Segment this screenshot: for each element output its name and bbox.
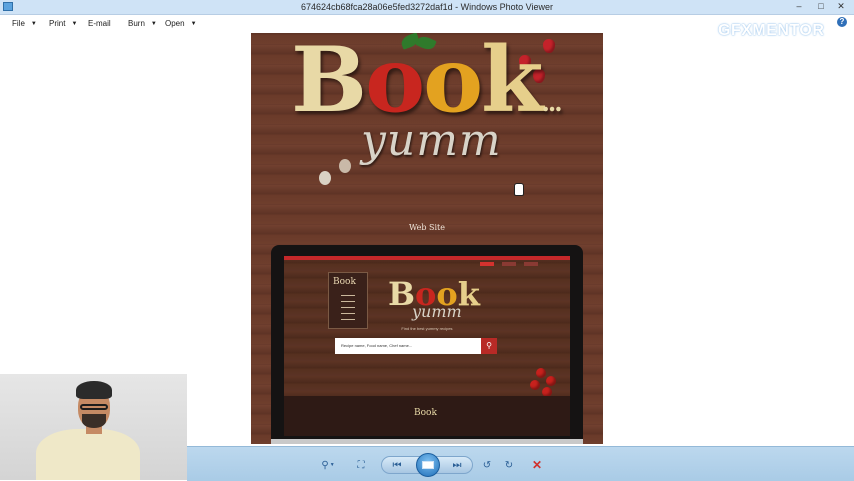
chevron-down-icon: ▼ [30,21,37,27]
title-bar: 674624cb68fca28a06e5fed3272daf1d - Windo… [0,0,854,15]
presenter-beard [82,414,106,428]
section-label: Web Site [409,223,445,232]
delete-icon: ✕ [531,458,543,472]
laptop-screen: Book Book yumm Find the best yummy recip… [284,256,570,436]
tomato-icon [530,380,540,390]
previous-icon: ⏮ [392,459,402,471]
webcam-overlay [0,374,187,480]
menu-card-title: Book [333,277,356,287]
menu-card-line [341,301,355,302]
mockup-footer: Book [284,396,570,436]
mockup-menu-card: Book [328,272,368,329]
mockup-nav-item [502,262,516,266]
actual-size-icon: ⛶ [357,459,365,471]
brand-logo-yumm: yumm [361,115,502,166]
tomato-icon [536,368,546,378]
zoom-icon: ⚲ [321,459,329,471]
chevron-down-icon: ▼ [150,21,157,27]
menu-card-line [341,295,355,296]
rotate-counterclockwise-button[interactable]: ↺ [479,457,495,473]
delete-button[interactable]: ✕ [529,457,545,473]
laptop-mockup: Book Book yumm Find the best yummy recip… [271,245,583,444]
window-title: 674624cb68fca28a06e5fed3272daf1d - Windo… [300,2,554,12]
help-icon[interactable]: ? [837,17,847,27]
presenter-hair [76,381,112,399]
menu-file[interactable]: File ▼ [12,19,37,28]
tomato-icon [546,376,556,386]
hand-cursor-icon [514,183,524,196]
search-icon: ⚲ [481,338,497,354]
menu-print-label: Print [49,19,66,28]
menu-file-label: File [12,19,25,28]
rotate-ccw-icon: ↺ [482,459,492,471]
next-icon: ⏭ [452,459,462,471]
mockup-nav-item [480,262,494,266]
chevron-down-icon: ▼ [71,21,78,27]
mockup-nav-item [524,262,538,266]
menu-burn-label: Burn [128,19,145,28]
mockup-tagline: Find the best yummy recipes [401,326,453,331]
mockup-logo-yumm: yumm [412,302,462,321]
garlic-icon [339,159,351,173]
garlic-icon [319,171,331,185]
mockup-footer-logo: Book [414,408,437,418]
viewer-toolbar: ⚲ ▼ ⛶ ⏮ ⏭ ↺ ↻ ✕ [187,446,854,481]
viewed-image: Book... yumm Web Site Book Book yumm Fin… [251,33,603,444]
previous-button[interactable]: ⏮ [389,457,405,473]
maximize-button[interactable]: □ [810,0,832,13]
presenter-body [36,429,140,480]
mockup-search-box: Recipe name, Food name, Chef name... ⚲ [335,338,497,354]
zoom-button[interactable]: ⚲ ▼ [315,457,341,473]
chevron-down-icon: ▼ [190,21,197,27]
glasses-icon [80,404,108,410]
menu-burn[interactable]: Burn ▼ [128,19,157,28]
menu-card-line [341,319,355,320]
menu-open-label: Open [165,19,185,28]
slideshow-icon [422,461,434,469]
rotate-cw-icon: ↻ [504,459,514,471]
slideshow-button[interactable] [416,453,440,477]
laptop-base [271,439,583,444]
menu-email[interactable]: E-mail [88,19,111,28]
chevron-down-icon: ▼ [329,462,335,468]
channel-watermark: GFXMENTOR [718,22,825,39]
menu-print[interactable]: Print ▼ [49,19,77,28]
brand-letter: B [291,33,367,133]
menu-card-line [341,307,355,308]
menu-card-line [341,313,355,314]
close-button[interactable]: ✕ [830,0,852,13]
brand-dots: ... [541,88,563,117]
brand-logo-book: Book... [291,35,563,125]
rotate-clockwise-button[interactable]: ↻ [501,457,517,473]
minimize-button[interactable]: – [788,0,810,13]
mockup-search-placeholder: Recipe name, Food name, Chef name... [341,343,413,348]
mockup-top-bar [284,256,570,260]
actual-size-button[interactable]: ⛶ [353,457,369,473]
menu-open[interactable]: Open ▼ [165,19,197,28]
mockup-logo-letter: B [388,275,416,313]
next-button[interactable]: ⏭ [449,457,465,473]
